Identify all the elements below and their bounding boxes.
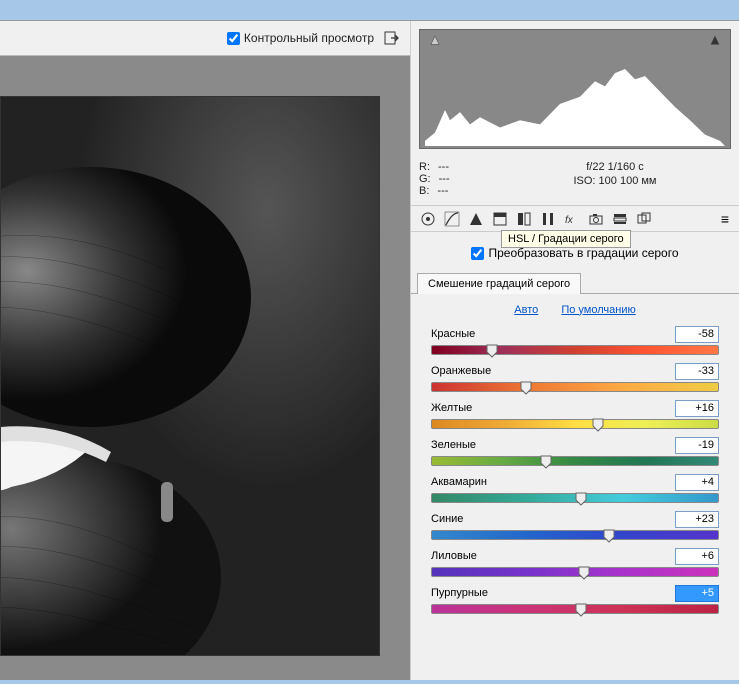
slider-value-input[interactable] [675, 585, 719, 602]
slider-row-2: Желтые [431, 400, 719, 429]
slider-value-input[interactable] [675, 474, 719, 491]
slider-thumb[interactable] [520, 381, 532, 395]
preview-area [0, 56, 410, 680]
exif-aperture-shutter: f/22 1/160 c [499, 161, 731, 173]
slider-value-input[interactable] [675, 326, 719, 343]
basic-icon[interactable] [417, 209, 439, 229]
top-toolbar: Контрольный просмотр [0, 21, 410, 56]
preview-checkbox-row[interactable]: Контрольный просмотр [227, 31, 374, 45]
exif-iso-focal: ISO: 100 100 мм [499, 175, 731, 187]
slider-row-6: Лиловые [431, 548, 719, 577]
links-row: Авто По умолчанию [411, 294, 739, 326]
slider-thumb[interactable] [578, 566, 590, 580]
slider-track[interactable] [431, 419, 719, 429]
slider-label: Пурпурные [431, 587, 488, 599]
detail-icon[interactable] [465, 209, 487, 229]
left-panel: Контрольный просмотр [0, 21, 410, 680]
slider-row-3: Зеленые [431, 437, 719, 466]
tab-grayscale-mix[interactable]: Смешение градаций серого [417, 273, 581, 294]
auto-link[interactable]: Авто [514, 304, 538, 316]
fx-icon[interactable]: fx [561, 209, 583, 229]
split-icon[interactable] [513, 209, 535, 229]
slider-row-0: Красные [431, 326, 719, 355]
presets-icon[interactable] [609, 209, 631, 229]
slider-value-input[interactable] [675, 548, 719, 565]
slider-label: Желтые [431, 402, 472, 414]
camera-icon[interactable] [585, 209, 607, 229]
slider-value-input[interactable] [675, 363, 719, 380]
curves-icon[interactable] [441, 209, 463, 229]
slider-label: Синие [431, 513, 463, 525]
snapshots-icon[interactable] [633, 209, 655, 229]
slider-thumb[interactable] [575, 492, 587, 506]
right-panel: R: --- G: --- B: --- f/22 1/160 c ISO: 100 … [410, 21, 739, 680]
histogram [419, 29, 731, 149]
preview-label: Контрольный просмотр [244, 31, 374, 45]
convert-checkbox-row[interactable]: Преобразовать в градации серого [471, 246, 678, 260]
rgb-readout: R: --- G: --- B: --- [419, 161, 499, 197]
slider-thumb[interactable] [540, 455, 552, 469]
slider-track[interactable] [431, 530, 719, 540]
r-value: --- [438, 161, 449, 173]
slider-row-1: Оранжевые [431, 363, 719, 392]
hsl-icon[interactable] [489, 209, 511, 229]
svg-text:fx: fx [565, 215, 574, 225]
default-link[interactable]: По умолчанию [561, 304, 635, 316]
slider-label: Оранжевые [431, 365, 491, 377]
export-icon[interactable] [382, 30, 402, 46]
image-preview [0, 96, 380, 656]
r-label: R: [419, 161, 430, 173]
app-window: Контрольный просмотр [0, 20, 739, 680]
slider-row-5: Синие [431, 511, 719, 540]
convert-label: Преобразовать в градации серого [488, 246, 678, 260]
panel-tabs: fx ≡ HSL / Градации серого [411, 206, 739, 232]
sliders-panel: Красные Оранжевые Желтые Зеленые Аквамарин Си… [411, 326, 739, 622]
slider-track[interactable] [431, 456, 719, 466]
lens-icon[interactable] [537, 209, 559, 229]
slider-thumb[interactable] [592, 418, 604, 432]
g-value: --- [439, 173, 450, 185]
slider-row-4: Аквамарин [431, 474, 719, 503]
tab-row: Смешение градаций серого [411, 273, 739, 294]
g-label: G: [419, 173, 431, 185]
slider-track[interactable] [431, 567, 719, 577]
panel-menu-icon[interactable]: ≡ [717, 211, 733, 227]
slider-value-input[interactable] [675, 437, 719, 454]
slider-value-input[interactable] [675, 511, 719, 528]
slider-label: Лиловые [431, 550, 477, 562]
slider-label: Аквамарин [431, 476, 487, 488]
slider-track[interactable] [431, 382, 719, 392]
slider-track[interactable] [431, 604, 719, 614]
exif-readout: f/22 1/160 c ISO: 100 100 мм [499, 161, 731, 197]
b-label: B: [419, 185, 429, 197]
slider-row-7: Пурпурные [431, 585, 719, 614]
convert-checkbox[interactable] [471, 247, 484, 260]
slider-thumb[interactable] [486, 344, 498, 358]
preview-checkbox[interactable] [227, 32, 240, 45]
b-value: --- [437, 185, 448, 197]
slider-thumb[interactable] [575, 603, 587, 617]
slider-track[interactable] [431, 493, 719, 503]
tooltip-hsl: HSL / Градации серого [501, 230, 631, 248]
info-row: R: --- G: --- B: --- f/22 1/160 c ISO: 100 … [411, 157, 739, 206]
slider-thumb[interactable] [603, 529, 615, 543]
slider-label: Красные [431, 328, 475, 340]
slider-value-input[interactable] [675, 400, 719, 417]
slider-track[interactable] [431, 345, 719, 355]
slider-label: Зеленые [431, 439, 476, 451]
